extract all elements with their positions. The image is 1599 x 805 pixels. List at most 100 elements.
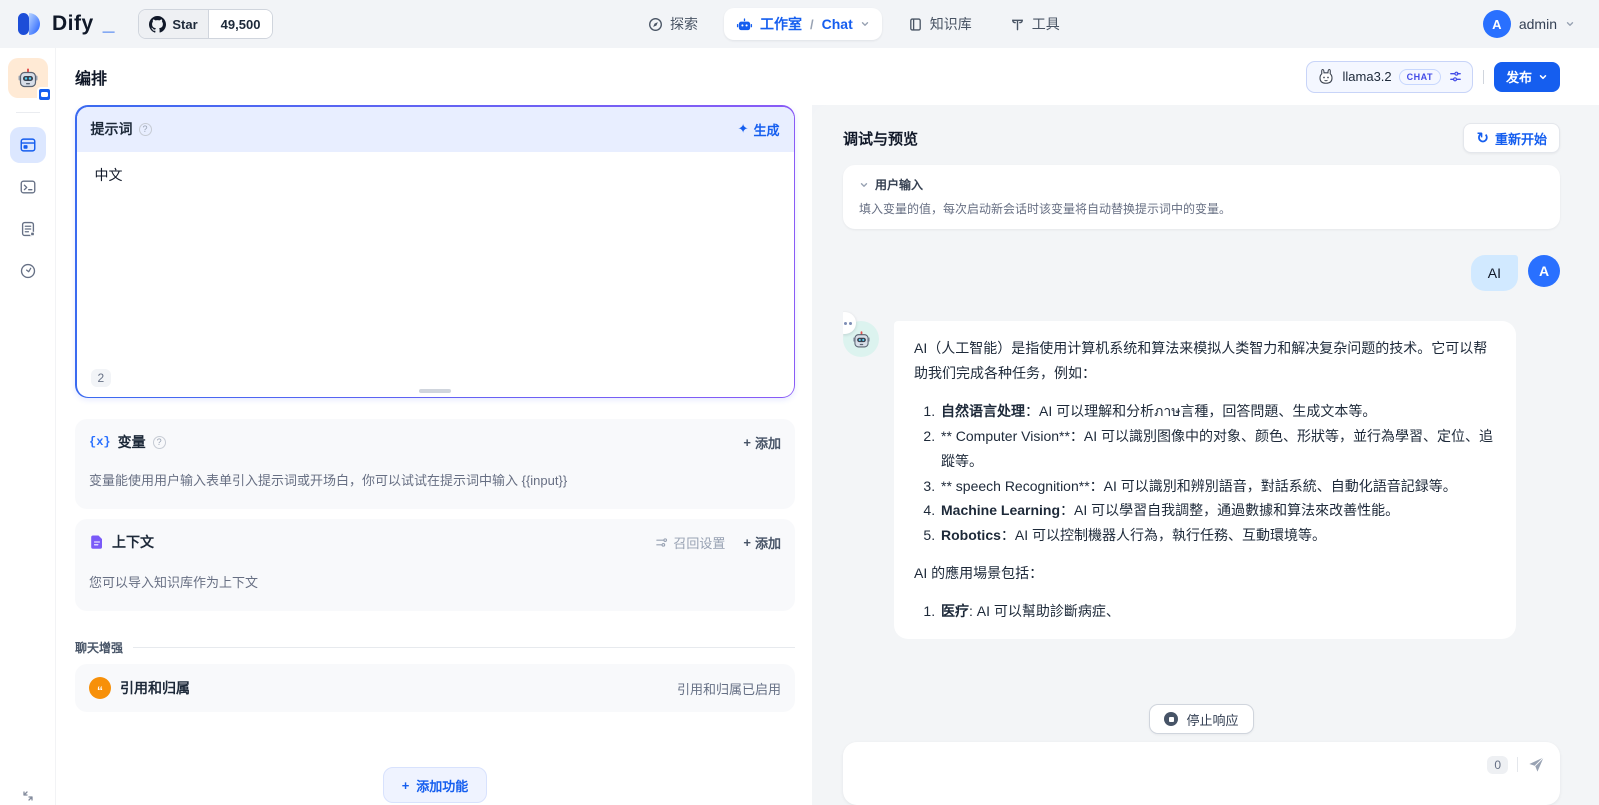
model-type-badge: CHAT: [1399, 69, 1441, 85]
prompt-title: 提示词: [91, 119, 133, 139]
chat-message-input[interactable]: [857, 755, 1479, 779]
variables-description: 变量能使用用户输入表单引入提示词或开场白，你可以试试在提示词中输入 {{inpu…: [89, 470, 781, 489]
citation-quote-icon: “: [89, 677, 111, 699]
dify-logo-icon: [14, 9, 44, 39]
top-header: Dify_ Star 49,500 探索: [0, 0, 1599, 48]
variable-braces-icon: {x}: [89, 435, 111, 449]
sparkle-icon: ✦: [738, 121, 749, 137]
github-star-count[interactable]: 49,500: [209, 10, 273, 38]
user-name: admin: [1519, 16, 1557, 32]
restart-button[interactable]: ↻ 重新开始: [1463, 123, 1560, 153]
help-icon[interactable]: ?: [153, 436, 166, 449]
tools-icon: [1010, 17, 1025, 32]
ai-capabilities-list: 自然语言处理：AI 可以理解和分析ภาษ言種，回答問題、生成文本等。 ** Co…: [914, 399, 1496, 548]
prompt-card-header: 提示词 ? ✦ 生成: [77, 107, 794, 152]
current-app-icon[interactable]: [8, 58, 48, 98]
llama-model-icon: [1316, 67, 1336, 87]
generate-button[interactable]: ✦ 生成: [738, 120, 780, 139]
model-name: llama3.2: [1343, 69, 1392, 84]
model-settings-sliders-icon[interactable]: [1448, 69, 1463, 84]
model-selector[interactable]: llama3.2 CHAT: [1306, 61, 1473, 93]
list-item: ** speech Recognition**：AI 可以識別和辨別語音，對話系…: [939, 474, 1496, 499]
citation-section: “ 引用和归属 引用和归属已启用: [75, 664, 795, 712]
chevron-down-icon: [859, 180, 869, 190]
user-input-toggle[interactable]: 用户输入: [859, 176, 1544, 193]
github-star-label[interactable]: Star: [139, 10, 208, 38]
variables-title: 变量: [118, 432, 146, 452]
help-icon[interactable]: ?: [139, 123, 152, 136]
recall-settings-button[interactable]: 召回设置: [655, 533, 725, 552]
user-menu[interactable]: A admin: [1483, 10, 1575, 38]
list-item: 医疗: AI 可以幫助診斷病症、: [939, 599, 1496, 624]
chat-enhance-group: 聊天增强: [75, 639, 795, 656]
nav-knowledge[interactable]: 知识库: [896, 8, 984, 40]
nav-explore[interactable]: 探索: [636, 8, 710, 40]
nav-tools[interactable]: 工具: [998, 8, 1072, 40]
nav-studio-current-app[interactable]: Chat: [822, 16, 853, 32]
chevron-down-icon: [1538, 72, 1548, 82]
user-input-description: 填入变量的值，每次启动新会话时该变量将自动替换提示词中的变量。: [859, 200, 1544, 217]
user-avatar[interactable]: A: [1483, 10, 1511, 38]
sidebar-divider: [16, 112, 40, 113]
plus-icon: +: [743, 435, 751, 450]
recall-settings-icon: [655, 536, 668, 549]
ai-message-row: AI（人工智能）是指使用计算机系统和算法来模拟人类智力和解决复杂问题的技术。它可…: [843, 321, 1560, 639]
stop-response-button[interactable]: 停止响应: [1149, 704, 1253, 734]
github-star-badge[interactable]: Star 49,500: [138, 9, 273, 39]
app-toolbar: 编排 llama3.2 CHAT 发布: [56, 48, 1599, 105]
orchestrate-config-panel: 提示词 ? ✦ 生成 中文 2 {x} 变量 ? + 添加 变量: [56, 105, 812, 805]
send-icon[interactable]: [1527, 755, 1546, 774]
add-variable-button[interactable]: + 添加: [743, 433, 781, 452]
plus-icon: +: [743, 535, 751, 550]
context-description: 您可以导入知识库作为上下文: [89, 572, 781, 591]
citation-title: 引用和归属: [120, 678, 190, 698]
sidebar-collapse-button[interactable]: [21, 789, 35, 803]
logs-document-icon: [19, 220, 37, 238]
robot-avatar-icon: [851, 329, 872, 350]
user-message-bubble: AI: [1471, 255, 1518, 291]
ai-applications-list: 医疗: AI 可以幫助診斷病症、: [914, 599, 1496, 624]
app-type-badge: [37, 87, 52, 102]
collapse-arrows-icon: [21, 789, 35, 803]
sidebar-item-logs[interactable]: [10, 211, 46, 247]
debug-panel-title: 调试与预览: [843, 128, 918, 149]
logo-text: Dify: [52, 12, 94, 36]
sidebar-item-api[interactable]: [10, 169, 46, 205]
list-item: 自然语言处理：AI 可以理解和分析ภาษ言種，回答問題、生成文本等。: [939, 399, 1496, 424]
debug-preview-panel: 调试与预览 ↻ 重新开始 用户输入 填入变量的值，每次启动新会话时该变量将自动替…: [812, 105, 1599, 805]
publish-button[interactable]: 发布: [1494, 62, 1560, 92]
toolbar-divider: [1483, 70, 1484, 84]
chat-enhance-divider: [133, 647, 795, 648]
sidebar-item-orchestrate[interactable]: [10, 127, 46, 163]
ai-paragraph: AI 的應用場景包括：: [914, 561, 1496, 586]
variables-section: {x} 变量 ? + 添加 变量能使用用户输入表单引入提示词或开场白，你可以试试…: [75, 419, 795, 509]
dify-logo[interactable]: Dify_: [14, 9, 114, 39]
user-message-row: AI A: [843, 255, 1560, 291]
prompt-editor[interactable]: 中文: [77, 152, 794, 397]
user-message-avatar: A: [1528, 255, 1560, 287]
robot-icon: [736, 16, 753, 33]
orchestrate-window-icon: [19, 136, 37, 154]
nav-studio[interactable]: 工作室 / Chat: [724, 8, 882, 40]
chat-enhance-label: 聊天增强: [75, 639, 123, 656]
chevron-down-icon: [1565, 19, 1575, 29]
prompt-line-count: 2: [91, 369, 112, 387]
monitoring-gauge-icon: [19, 262, 37, 280]
context-file-icon: [89, 534, 105, 550]
explore-icon: [648, 17, 663, 32]
chevron-down-icon: [860, 19, 870, 29]
knowledge-icon: [908, 17, 923, 32]
prompt-resize-handle[interactable]: [419, 389, 451, 393]
user-input-card: 用户输入 填入变量的值，每次启动新会话时该变量将自动替换提示词中的变量。: [843, 165, 1560, 229]
add-feature-button[interactable]: + 添加功能: [383, 767, 488, 803]
stop-icon: [1164, 712, 1178, 726]
chat-message-list[interactable]: AI A: [843, 229, 1560, 694]
context-title: 上下文: [112, 532, 154, 552]
chat-input-box[interactable]: 0: [843, 742, 1560, 805]
github-icon: [149, 16, 166, 33]
input-divider: [1517, 757, 1518, 772]
add-context-button[interactable]: + 添加: [743, 533, 781, 552]
main-nav: 探索 工作室 / Chat 知识库: [636, 8, 1072, 40]
sidebar-item-monitoring[interactable]: [10, 253, 46, 289]
page-title: 编排: [75, 65, 107, 89]
